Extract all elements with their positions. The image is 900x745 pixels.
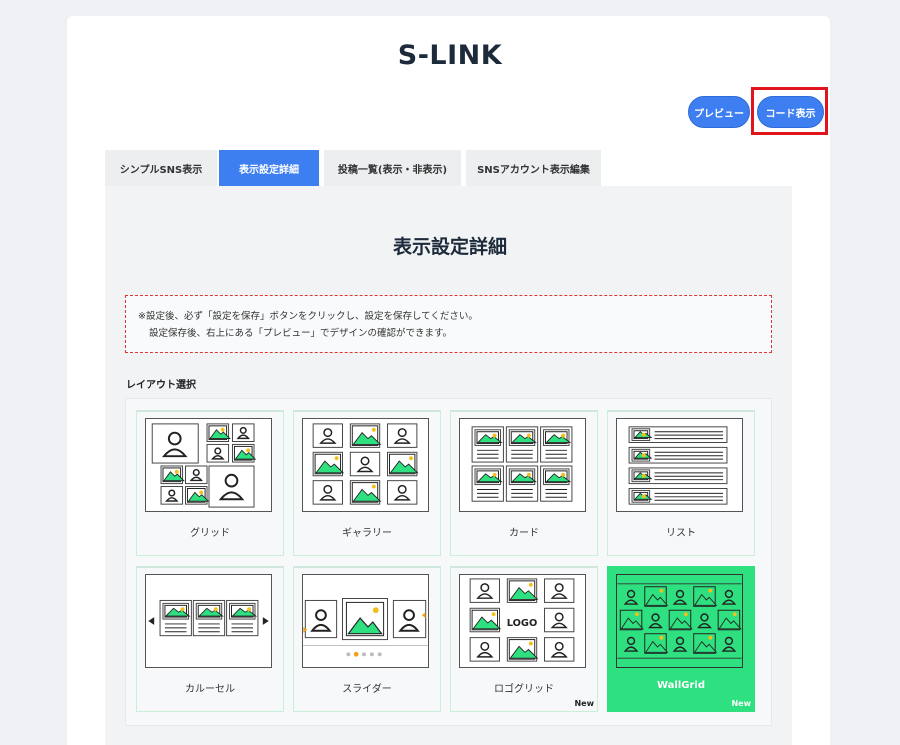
layout-option-carousel[interactable]: カルーセル xyxy=(136,566,284,712)
new-badge: New xyxy=(731,699,751,708)
layout-option-wall-grid[interactable]: WallGrid New xyxy=(607,566,755,712)
slider-preview-icon xyxy=(302,574,429,668)
layout-option-logo-grid[interactable]: LOGO ロゴグリッド New xyxy=(450,566,598,712)
layout-option-gallery[interactable]: ギャラリー xyxy=(293,410,441,556)
tab-display-settings[interactable]: 表示設定詳細 xyxy=(219,150,319,186)
layout-option-slider[interactable]: スライダー xyxy=(293,566,441,712)
new-badge: New xyxy=(574,699,594,708)
tab-post-list[interactable]: 投稿一覧(表示・非表示) xyxy=(324,150,461,186)
layout-label-gallery: ギャラリー xyxy=(342,528,392,539)
wall-grid-preview-icon xyxy=(616,574,743,668)
notice-line-2: 設定保存後、右上にある「プレビュー」でデザインの確認ができます。 xyxy=(149,328,453,339)
panel-title: 表示設定詳細 xyxy=(392,236,507,258)
highlight-box xyxy=(751,87,828,135)
notice-line-1: ※設定後、必ず「設定を保存」ボタンをクリックし、設定を保存してください。 xyxy=(138,311,478,322)
preview-button[interactable]: プレビュー xyxy=(688,96,750,128)
layout-option-list[interactable]: リスト xyxy=(607,410,755,556)
notice-box: ※設定後、必ず「設定を保存」ボタンをクリックし、設定を保存してください。 設定保… xyxy=(125,295,772,353)
layout-label-wall-grid: WallGrid xyxy=(656,680,705,691)
logo-grid-preview-icon: LOGO xyxy=(459,574,586,668)
card-preview-icon xyxy=(459,418,586,512)
layout-label-carousel: カルーセル xyxy=(185,684,235,695)
app-title: S-LINK xyxy=(397,40,503,71)
layout-select-label: レイアウト選択 xyxy=(126,380,196,391)
layout-option-grid[interactable]: グリッド xyxy=(136,410,284,556)
grid-preview-icon xyxy=(145,418,272,512)
layout-label-grid: グリッド xyxy=(190,528,230,539)
logo-grid-logo-text: LOGO xyxy=(507,618,537,629)
list-preview-icon xyxy=(616,418,743,512)
layout-label-logo-grid: ロゴグリッド xyxy=(494,684,554,695)
carousel-preview-icon xyxy=(145,574,272,668)
layout-option-card[interactable]: カード xyxy=(450,410,598,556)
tab-sns-account-edit[interactable]: SNSアカウント表示編集 xyxy=(466,150,601,186)
layout-label-slider: スライダー xyxy=(342,684,392,695)
layout-label-list: リスト xyxy=(666,528,696,539)
gallery-preview-icon xyxy=(302,418,429,512)
tab-simple-sns[interactable]: シンプルSNS表示 xyxy=(105,150,217,186)
layout-label-card: カード xyxy=(509,528,539,539)
